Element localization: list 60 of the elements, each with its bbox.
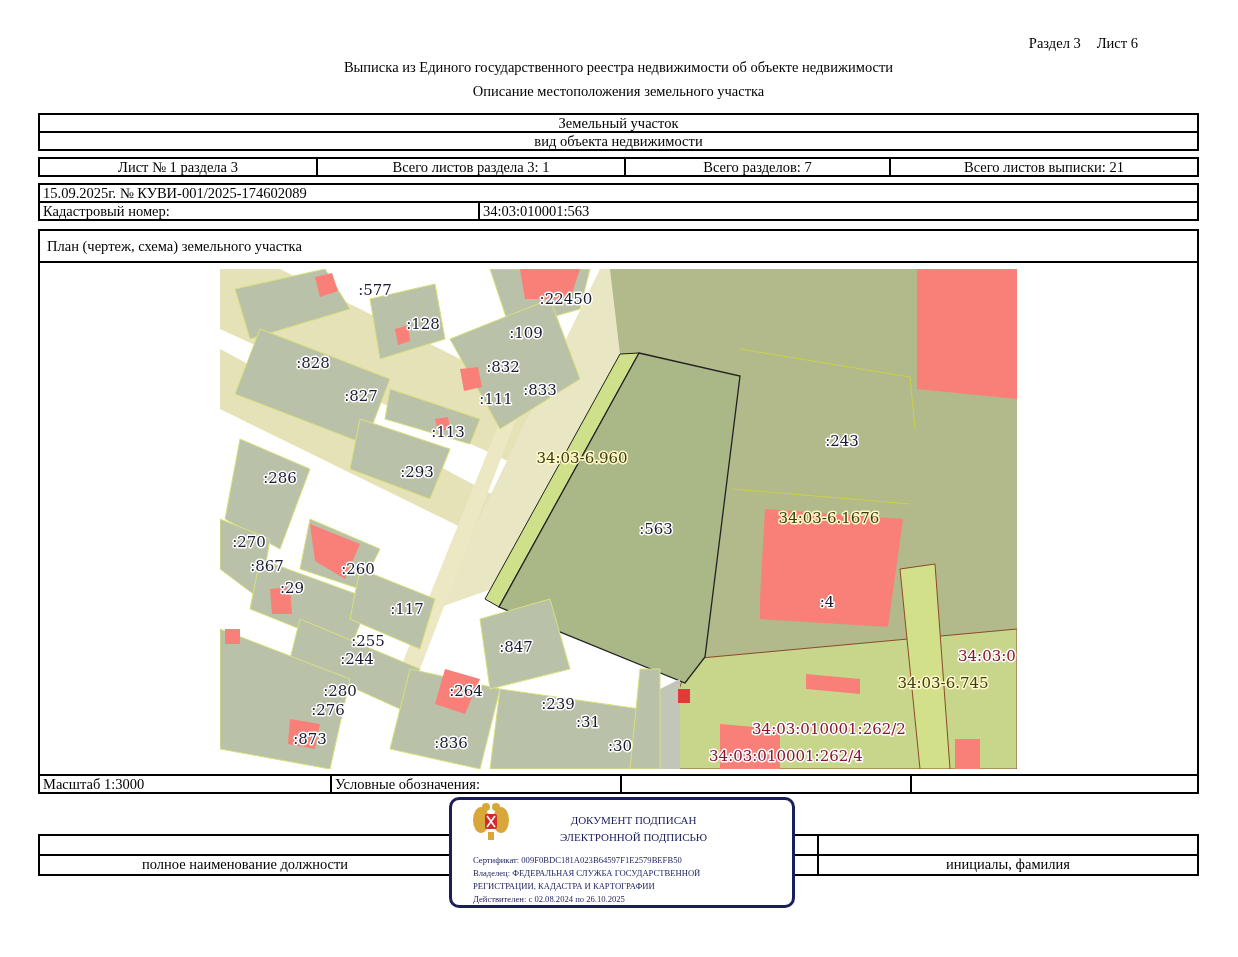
- document-title: Выписка из Единого государственного реестра недвижимости об объекте недвижимости: [342, 59, 895, 77]
- parcel-label: :260: [341, 560, 375, 578]
- cadastral-number-label: Кадастровый номер:: [40, 201, 478, 219]
- parcel-label: :867: [250, 557, 284, 575]
- parcel-label: :30: [607, 737, 633, 755]
- parcel-label: :243: [825, 432, 859, 450]
- record-number: 15.09.2025г. № КУВИ-001/2025-174602089: [42, 185, 308, 201]
- parcel-label: :286: [263, 469, 297, 487]
- parcel-label: :29: [279, 579, 305, 597]
- object-type-value: Земельный участок: [557, 115, 680, 131]
- parcel-label: 34:03:0: [958, 647, 1016, 665]
- parcel-label: :563: [639, 520, 673, 538]
- parcel-label: :836: [434, 734, 468, 752]
- section-number: Раздел 3: [1028, 35, 1081, 53]
- parcel-label: :31: [575, 713, 601, 731]
- parcel-label: :255: [351, 632, 385, 650]
- parcel-label: 34:03:010001:262/4: [709, 747, 863, 765]
- parcel-label: 34:03-6.1676: [778, 509, 880, 527]
- parcel-label: :244: [340, 650, 374, 668]
- sheet-number: Лист 6: [1096, 35, 1138, 53]
- name-caption: инициалы, фамилия: [817, 854, 1197, 874]
- parcel-label: :4: [819, 593, 835, 611]
- stamp-detail: Действителен: с 02.08.2024 по 26.10.2025: [473, 893, 626, 906]
- parcel-label: :276: [311, 701, 345, 719]
- parcel-label: :22450: [539, 290, 593, 308]
- parcel-label: :828: [296, 354, 330, 372]
- parcel-label: :111: [479, 390, 513, 408]
- table-cell-text: Лист № 1 раздела 3: [117, 159, 239, 175]
- document-subtitle: Описание местоположения земельного участка: [471, 83, 766, 101]
- table-cell: Всего листов раздела 3: 1: [316, 159, 624, 175]
- table-cell: Всего разделов: 7: [624, 159, 889, 175]
- stamp-title: ДОКУМЕНТ ПОДПИСАН: [570, 814, 697, 827]
- parcel-label: :293: [400, 463, 434, 481]
- parcel-label: :109: [509, 324, 543, 342]
- parcel-label: :577: [358, 281, 392, 299]
- parcel-label: 34:03:010001:262/2: [752, 720, 906, 738]
- legend-label: Условные обозначения:: [330, 776, 620, 792]
- parcel-label: :117: [390, 600, 424, 618]
- object-type-caption: вид объекта недвижимости: [40, 131, 1197, 149]
- parcel-label: :847: [499, 638, 533, 656]
- stamp-detail: Сертификат: 009F0BDC181A023B64597F1E2579BEFB50: [473, 854, 683, 867]
- map-scale: Масштаб 1:3000: [42, 776, 146, 792]
- parcel-label: :280: [323, 682, 357, 700]
- table-cell: Всего листов выписки: 21: [889, 159, 1197, 175]
- emblem-icon: [473, 802, 509, 842]
- parcel-label: :113: [431, 423, 465, 441]
- stamp-title: ЭЛЕКТРОННОЙ ПОДПИСЬЮ: [559, 831, 708, 844]
- stamp-detail: Владелец: ФЕДЕРАЛЬНАЯ СЛУЖБА ГОСУДАРСТВЕННОЙ: [473, 867, 702, 880]
- parcel-label: :128: [406, 315, 440, 333]
- parcel-label: :270: [232, 533, 266, 551]
- plan-heading: План (чертеж, схема) земельного участка: [40, 231, 1197, 263]
- parcel-label: :827: [344, 387, 378, 405]
- parcel-label: :264: [449, 682, 483, 700]
- parcel-label: :832: [486, 358, 520, 376]
- position-caption: полное наименование должности: [40, 854, 450, 874]
- parcel-label: :833: [523, 381, 557, 399]
- parcel-label: :239: [541, 695, 575, 713]
- stamp-detail: РЕГИСТРАЦИИ, КАДАСТРА И КАРТОГРАФИИ: [473, 880, 656, 893]
- cadastral-number: 34:03:010001:563: [478, 201, 1197, 219]
- parcel-label: :873: [293, 730, 327, 748]
